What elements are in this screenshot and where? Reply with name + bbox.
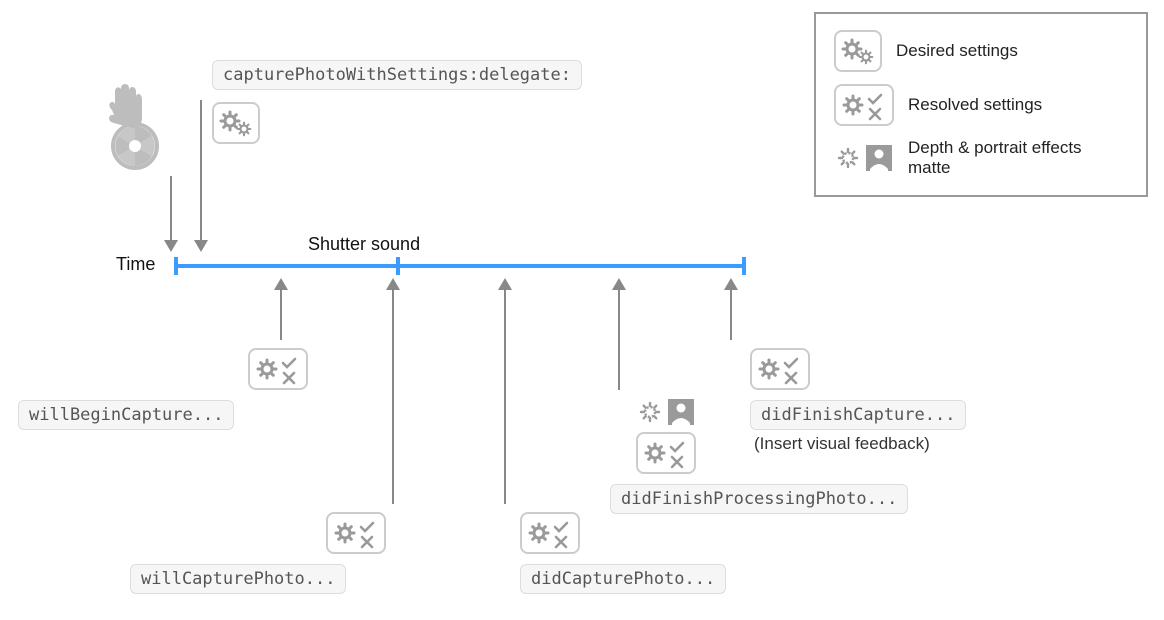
callback-will-begin-capture: willBeginCapture... <box>18 400 234 430</box>
touch-shutter-icon <box>100 80 170 170</box>
callback-will-capture-photo: willCapturePhoto... <box>130 564 346 594</box>
gears-check-x-icon <box>636 432 696 474</box>
callback-did-capture-photo: didCapturePhoto... <box>520 564 726 594</box>
arrow-down-touch <box>170 176 172 250</box>
timeline-tick-shutter <box>396 257 400 275</box>
gears-icon <box>834 30 882 72</box>
callback-did-finish-processing-photo: didFinishProcessingPhoto... <box>610 484 908 514</box>
timeline-tick-end <box>742 257 746 275</box>
method-capture-photo: capturePhotoWithSettings:delegate: <box>212 60 582 90</box>
arrow-down-call <box>200 100 202 250</box>
gears-check-x-icon <box>834 84 894 126</box>
gears-check-x-icon <box>248 348 308 390</box>
shutter-sound-label: Shutter sound <box>308 234 420 255</box>
gears-icon <box>212 102 260 144</box>
timeline <box>174 264 746 268</box>
insert-visual-feedback-note: (Insert visual feedback) <box>754 434 930 454</box>
legend-row-resolved: Resolved settings <box>834 84 1128 126</box>
legend: Desired settings Resolved settings Depth… <box>814 12 1148 197</box>
arrow-did-finish-capture <box>730 280 732 340</box>
arrow-did-capture <box>504 280 506 504</box>
legend-depth-label: Depth & portrait effects matte <box>908 138 1128 179</box>
gears-check-x-icon <box>750 348 810 390</box>
legend-row-depth: Depth & portrait effects matte <box>834 138 1128 179</box>
arrow-did-finish-processing <box>618 280 620 390</box>
legend-row-desired: Desired settings <box>834 30 1128 72</box>
depth-portrait-icon <box>636 396 696 428</box>
depth-portrait-icon <box>834 142 894 174</box>
callback-did-finish-capture: didFinishCapture... <box>750 400 966 430</box>
legend-resolved-label: Resolved settings <box>908 95 1042 115</box>
axis-label-time: Time <box>116 254 155 275</box>
timeline-tick-start <box>174 257 178 275</box>
legend-desired-label: Desired settings <box>896 41 1018 61</box>
gears-check-x-icon <box>326 512 386 554</box>
arrow-will-begin <box>280 280 282 340</box>
arrow-will-capture <box>392 280 394 504</box>
gears-check-x-icon <box>520 512 580 554</box>
